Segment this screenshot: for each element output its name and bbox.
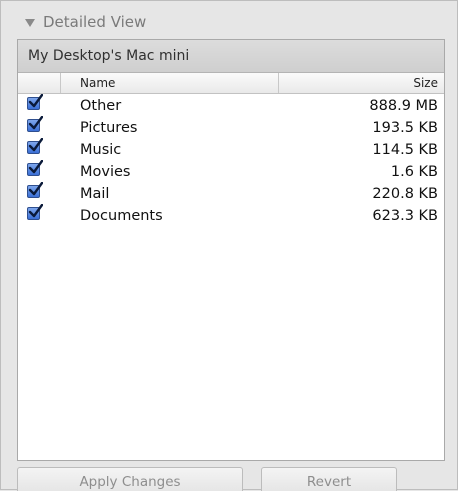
row-checkbox[interactable]: [27, 182, 43, 198]
table-row: Movies 1.6 KB: [18, 160, 444, 184]
row-size: 1.6 KB: [390, 164, 438, 180]
row-name: Other: [80, 98, 122, 114]
row-checkbox[interactable]: [27, 116, 43, 132]
column-header-size[interactable]: Size: [413, 76, 438, 90]
row-name: Pictures: [80, 120, 138, 136]
table-row: Pictures 193.5 KB: [18, 116, 444, 140]
checkmark-icon: [28, 116, 43, 130]
file-list: Other 888.9 MB Pictures 193.5 KB Music 1…: [18, 94, 444, 228]
row-name: Music: [80, 142, 122, 158]
row-size: 193.5 KB: [372, 120, 438, 136]
column-header: Name Size: [18, 73, 444, 94]
table-row: Other 888.9 MB: [18, 94, 444, 118]
row-size: 220.8 KB: [372, 186, 438, 202]
detail-panel: My Desktop's Mac mini Name Size Other 88…: [17, 39, 445, 461]
row-size: 888.9 MB: [369, 98, 438, 114]
row-name: Mail: [80, 186, 110, 202]
detailed-view-disclosure[interactable]: Detailed View: [25, 11, 146, 33]
apply-changes-button[interactable]: Apply Changes: [17, 467, 243, 491]
checkmark-icon: [28, 94, 43, 108]
column-divider: [60, 73, 61, 93]
row-size: 114.5 KB: [372, 142, 438, 158]
column-header-name[interactable]: Name: [80, 76, 115, 90]
column-divider: [278, 73, 279, 93]
checkmark-icon: [28, 204, 43, 218]
checkmark-icon: [28, 138, 43, 152]
revert-button[interactable]: Revert: [261, 467, 397, 491]
table-row: Music 114.5 KB: [18, 138, 444, 162]
row-checkbox[interactable]: [27, 138, 43, 154]
table-row: Mail 220.8 KB: [18, 182, 444, 206]
row-size: 623.3 KB: [372, 208, 438, 224]
disclosure-label: Detailed View: [43, 13, 147, 31]
row-checkbox[interactable]: [27, 204, 43, 220]
row-checkbox[interactable]: [27, 94, 43, 110]
checkmark-icon: [28, 182, 43, 196]
table-row: Documents 623.3 KB: [18, 204, 444, 228]
panel-title: My Desktop's Mac mini: [18, 40, 444, 73]
row-checkbox[interactable]: [27, 160, 43, 176]
row-name: Movies: [80, 164, 131, 180]
checkmark-icon: [28, 160, 43, 174]
disclosure-triangle-icon[interactable]: [25, 19, 35, 27]
row-name: Documents: [80, 208, 163, 224]
detailed-view-window: Detailed View My Desktop's Mac mini Name…: [0, 0, 458, 491]
